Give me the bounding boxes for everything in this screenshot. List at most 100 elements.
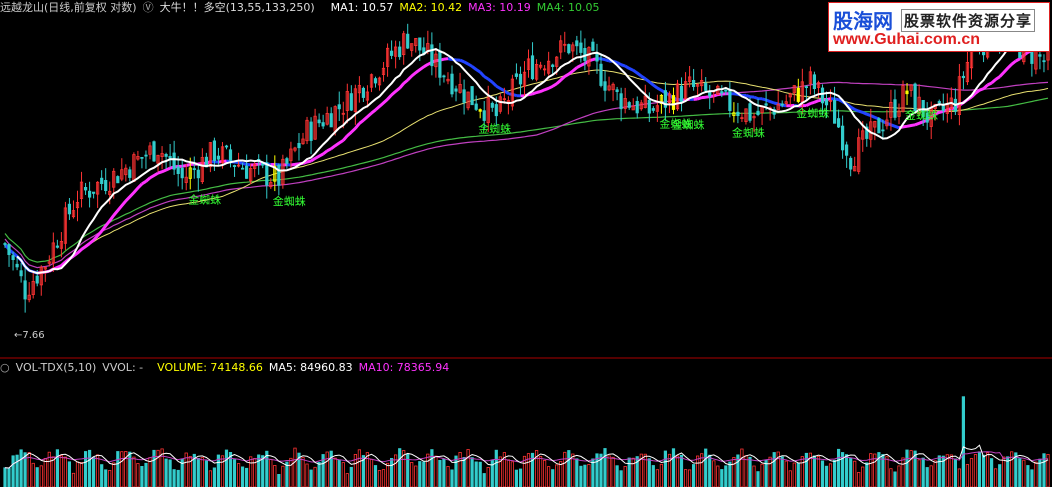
- stock-title: 远越龙山(日线,前复权 对数): [0, 1, 137, 14]
- volume-bar: [232, 459, 237, 487]
- volume-bar: [414, 465, 418, 487]
- volume-bar: [712, 460, 716, 487]
- volume-bar: [325, 451, 329, 487]
- candle-body: [812, 74, 817, 90]
- candle-body: [164, 153, 168, 157]
- volume-bar: [341, 462, 345, 487]
- candle-body: [518, 73, 523, 85]
- volume-bar: [438, 459, 442, 487]
- candle-body: [619, 93, 623, 110]
- circle-chevron-icon[interactable]: Ⓥ: [143, 0, 154, 16]
- volume-circle-icon[interactable]: ○: [0, 360, 10, 376]
- volume-bar: [861, 466, 865, 487]
- volume-bar: [607, 455, 611, 487]
- candle-body: [55, 245, 60, 248]
- volume-bar: [224, 449, 229, 487]
- volume-bar: [986, 452, 990, 487]
- volume-bar: [921, 457, 925, 487]
- volume-bar: [196, 457, 200, 487]
- volume-bar: [277, 473, 281, 487]
- candle-body: [430, 44, 434, 67]
- volume-bar: [132, 456, 136, 487]
- volume-bar: [249, 456, 253, 487]
- volume-bar: [482, 473, 486, 487]
- stock-chart[interactable]: 金蜘蛛 金蜘蛛金蜘蛛 金蜘蛛金蜘蛛金蜘蛛金蜘蛛 金蜘蛛: [0, 0, 1052, 487]
- volume-bar: [293, 447, 297, 487]
- volume-bar: [494, 449, 498, 487]
- volume-bar: [696, 455, 700, 487]
- candle-body: [309, 121, 313, 141]
- volume-bar: [647, 458, 651, 487]
- signal-label: 金蜘蛛: [478, 121, 511, 135]
- volume-bar: [269, 458, 273, 487]
- volume-bar: [257, 454, 261, 487]
- volume-bar: [623, 465, 627, 487]
- volume-bar: [575, 458, 579, 487]
- volume-bar: [849, 457, 853, 487]
- volume-bar: [655, 469, 660, 487]
- candle-body: [321, 122, 325, 127]
- volume-bar: [116, 451, 120, 487]
- volume-bar: [728, 461, 732, 487]
- volume-bar: [389, 457, 394, 487]
- volume-bar: [933, 460, 937, 487]
- volume-bar: [949, 454, 953, 487]
- signal-indicator-name: 大牛！！多空(13,55,133,250): [159, 1, 315, 14]
- volume-bar: [583, 464, 587, 487]
- volume-bar: [885, 456, 889, 487]
- volume-indicator-title: VOL-TDX(5,10): [15, 361, 97, 374]
- volume-bar: [454, 455, 458, 487]
- volume-bar: [897, 465, 901, 487]
- volume-bar: [893, 471, 897, 487]
- volume-bar: [1026, 465, 1030, 487]
- candle-body: [820, 87, 825, 104]
- signal-label: 金蜘蛛: [732, 125, 765, 139]
- vvol-value: VVOL: -: [102, 361, 144, 374]
- volume-bar: [615, 465, 619, 487]
- volume-bar: [466, 449, 470, 487]
- volume-bar: [627, 457, 631, 487]
- volume-bar: [164, 458, 168, 487]
- candle-body: [1038, 54, 1042, 57]
- candle-body: [615, 89, 619, 93]
- candle-body: [92, 191, 96, 194]
- candle-body: [494, 104, 498, 117]
- candle-body: [764, 103, 768, 106]
- candle-body: [591, 41, 595, 51]
- low-price-annotation: ←7.66: [14, 330, 45, 341]
- candle-body: [329, 113, 333, 128]
- volume-bar: [156, 449, 160, 487]
- volume-bar: [937, 455, 941, 487]
- candle-body: [845, 144, 849, 156]
- candle-body: [490, 102, 494, 108]
- volume-bar: [587, 463, 591, 487]
- candle-body: [232, 165, 237, 168]
- volume-bar: [792, 462, 796, 487]
- candle-body: [748, 103, 752, 121]
- volume-bar: [200, 457, 204, 487]
- volume-bar: [430, 449, 434, 487]
- volume-bar: [31, 462, 35, 487]
- volume-bar: [369, 458, 374, 487]
- volume-bar: [108, 469, 112, 487]
- volume-bar: [506, 459, 511, 487]
- volume-bar: [901, 457, 905, 487]
- volume-bar: [784, 460, 788, 487]
- candle-body: [15, 263, 19, 268]
- candle-body: [551, 64, 555, 68]
- volume-bar: [140, 465, 144, 487]
- volume-bar: [43, 457, 47, 487]
- candle-body: [905, 90, 909, 95]
- volume-bar: [281, 465, 285, 487]
- volume-bar: [11, 455, 15, 487]
- volume-bar: [828, 463, 833, 487]
- volume-bar: [800, 456, 804, 487]
- candle-body: [982, 52, 986, 56]
- volume-bar: [462, 456, 466, 487]
- volume-bar: [59, 455, 64, 487]
- candle-body: [780, 103, 784, 106]
- volume-bar: [905, 449, 909, 487]
- volume-bar: [768, 456, 772, 487]
- candle-body: [373, 78, 378, 84]
- volume-bar: [1022, 459, 1026, 487]
